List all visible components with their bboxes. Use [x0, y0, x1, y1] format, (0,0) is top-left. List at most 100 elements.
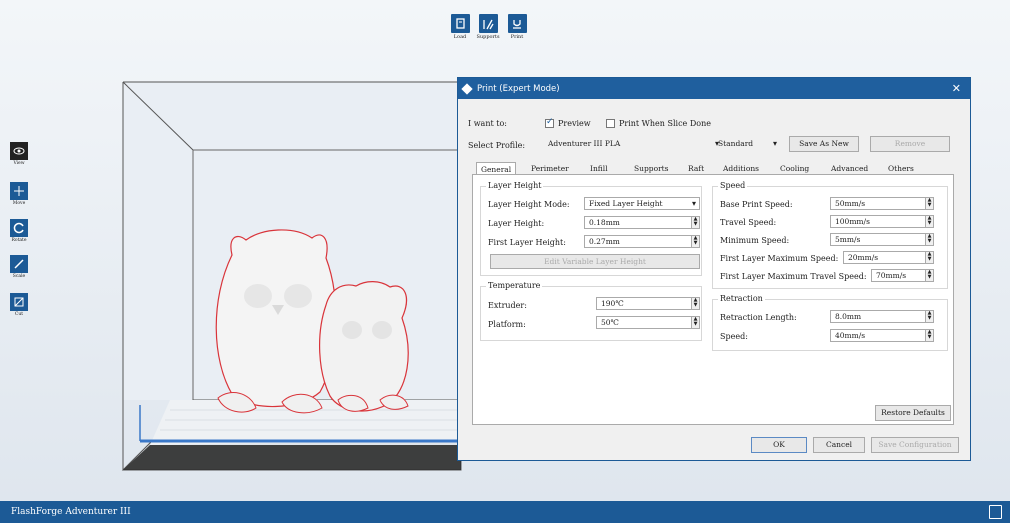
- minimum-speed-spin[interactable]: ▲ ▼: [925, 234, 933, 245]
- select-profile-label: Select Profile:: [468, 141, 526, 150]
- rotate-icon: [10, 219, 28, 237]
- i-want-to-label: I want to:: [468, 119, 507, 128]
- platform-temp-input[interactable]: 50℃ ▲ ▼: [596, 316, 700, 329]
- profile-value: Adventurer III PLA: [548, 139, 621, 148]
- retraction-speed-input[interactable]: 40mm/s ▲ ▼: [830, 329, 934, 342]
- temperature-heading: Temperature: [486, 281, 543, 290]
- platform-temp-spin[interactable]: ▲ ▼: [691, 317, 699, 328]
- view-tool[interactable]: View: [9, 142, 29, 166]
- layer-height-input[interactable]: 0.18mm ▲ ▼: [584, 216, 700, 229]
- retraction-speed-value: 40mm/s: [835, 331, 866, 340]
- extruder-temp-spin[interactable]: ▲ ▼: [691, 298, 699, 309]
- scale-icon: [10, 255, 28, 273]
- travel-speed-label: Travel Speed:: [720, 218, 777, 227]
- travel-speed-input[interactable]: 100mm/s ▲ ▼: [830, 215, 934, 228]
- move-tool[interactable]: Move: [9, 182, 29, 206]
- layer-height-mode-select[interactable]: Fixed Layer Height: [584, 197, 700, 210]
- rotate-tool[interactable]: Rotate: [9, 219, 29, 243]
- supports-label: Supports: [476, 34, 500, 40]
- layer-height-value: 0.18mm: [589, 218, 620, 227]
- edit-variable-layer-height-button[interactable]: Edit Variable Layer Height: [490, 254, 700, 269]
- remove-button[interactable]: Remove: [870, 136, 950, 152]
- platform-label: Platform:: [488, 320, 526, 329]
- device-panel-icon[interactable]: [989, 505, 1002, 519]
- rotate-label: Rotate: [11, 238, 27, 243]
- preview-label: Preview: [558, 119, 591, 128]
- cut-label: Cut: [14, 312, 24, 317]
- view-label: View: [13, 161, 25, 166]
- move-icon: [10, 182, 28, 200]
- printer-name: FlashForge Adventurer III: [11, 507, 131, 517]
- first-layer-height-input[interactable]: 0.27mm ▲ ▼: [584, 235, 700, 248]
- retraction-group: [712, 299, 948, 351]
- scale-label: Scale: [12, 274, 26, 279]
- print-label: Print: [510, 34, 524, 40]
- supports-icon: [478, 14, 498, 33]
- base-print-speed-input[interactable]: 50mm/s ▲ ▼: [830, 197, 934, 210]
- status-bar: FlashForge Adventurer III: [0, 501, 1010, 523]
- retraction-length-spin[interactable]: ▲ ▼: [925, 311, 933, 322]
- travel-speed-value: 100mm/s: [835, 217, 870, 226]
- build-plate-edge: [123, 445, 461, 470]
- first-layer-max-travel-speed-spin[interactable]: ▲ ▼: [925, 270, 933, 281]
- restore-defaults-button[interactable]: Restore Defaults: [875, 405, 951, 421]
- preview-checkbox[interactable]: [545, 117, 554, 128]
- base-print-speed-label: Base Print Speed:: [720, 200, 793, 209]
- first-layer-height-label: First Layer Height:: [488, 238, 566, 247]
- app-logo-icon: [461, 82, 473, 95]
- temperature-group: [480, 286, 702, 341]
- dialog-title: Print (Expert Mode): [477, 83, 560, 94]
- cut-tool[interactable]: Cut: [9, 293, 29, 317]
- base-print-speed-value: 50mm/s: [835, 199, 866, 208]
- first-layer-max-travel-speed-label: First Layer Maximum Travel Speed:: [720, 272, 867, 281]
- scale-tool[interactable]: Scale: [9, 255, 29, 279]
- extruder-temp-value: 190℃: [601, 299, 624, 308]
- speed-heading: Speed: [718, 181, 748, 190]
- move-label: Move: [12, 201, 26, 206]
- first-layer-max-speed-label: First Layer Maximum Speed:: [720, 254, 839, 263]
- cancel-button[interactable]: Cancel: [813, 437, 865, 453]
- first-layer-height-spin[interactable]: ▲ ▼: [691, 236, 699, 247]
- load-icon: [450, 14, 470, 33]
- print-when-done-label: Print When Slice Done: [619, 119, 711, 128]
- save-configuration-button[interactable]: Save Configuration: [871, 437, 959, 453]
- retraction-speed-label: Speed:: [720, 332, 748, 341]
- base-print-speed-spin[interactable]: ▲ ▼: [925, 198, 933, 209]
- print-icon: [507, 14, 527, 33]
- layer-height-label: Layer Height:: [488, 219, 545, 228]
- minimum-speed-input[interactable]: 5mm/s ▲ ▼: [830, 233, 934, 246]
- ok-button[interactable]: OK: [751, 437, 807, 453]
- extruder-label: Extruder:: [488, 301, 527, 310]
- load-label: Load: [453, 34, 467, 40]
- layer-height-mode-value: Fixed Layer Height: [589, 199, 663, 208]
- platform-temp-value: 50℃: [601, 318, 619, 327]
- quality-select[interactable]: Standard: [714, 138, 780, 151]
- first-layer-max-speed-input[interactable]: 20mm/s ▲ ▼: [843, 251, 934, 264]
- profile-select[interactable]: Adventurer III PLA: [544, 138, 722, 151]
- print-button[interactable]: Print: [502, 14, 532, 40]
- first-layer-max-travel-speed-value: 70mm/s: [876, 271, 907, 280]
- retraction-length-label: Retraction Length:: [720, 313, 797, 322]
- minimum-speed-value: 5mm/s: [835, 235, 861, 244]
- print-when-done-checkbox[interactable]: [606, 119, 615, 128]
- layer-height-heading: Layer Height: [486, 181, 544, 190]
- first-layer-max-travel-speed-input[interactable]: 70mm/s ▲ ▼: [871, 269, 934, 282]
- layer-height-mode-label: Layer Height Mode:: [488, 200, 570, 209]
- quality-value: Standard: [718, 139, 754, 148]
- retraction-speed-spin[interactable]: ▲ ▼: [925, 330, 933, 341]
- first-layer-height-value: 0.27mm: [589, 237, 620, 246]
- travel-speed-spin[interactable]: ▲ ▼: [925, 216, 933, 227]
- layer-height-spin[interactable]: ▲ ▼: [691, 217, 699, 228]
- retraction-length-input[interactable]: 8.0mm ▲ ▼: [830, 310, 934, 323]
- retraction-heading: Retraction: [718, 294, 765, 303]
- retraction-length-value: 8.0mm: [835, 312, 862, 321]
- close-icon[interactable]: ✕: [952, 82, 961, 95]
- first-layer-max-speed-spin[interactable]: ▲ ▼: [925, 252, 933, 263]
- print-expert-dialog: Print (Expert Mode) ✕ I want to: Preview…: [457, 77, 971, 461]
- extruder-temp-input[interactable]: 190℃ ▲ ▼: [596, 297, 700, 310]
- dialog-titlebar: Print (Expert Mode) ✕: [458, 78, 970, 99]
- cut-icon: [10, 293, 28, 311]
- save-as-new-button[interactable]: Save As New: [789, 136, 859, 152]
- eye-icon: [10, 142, 28, 160]
- first-layer-max-speed-value: 20mm/s: [848, 253, 879, 262]
